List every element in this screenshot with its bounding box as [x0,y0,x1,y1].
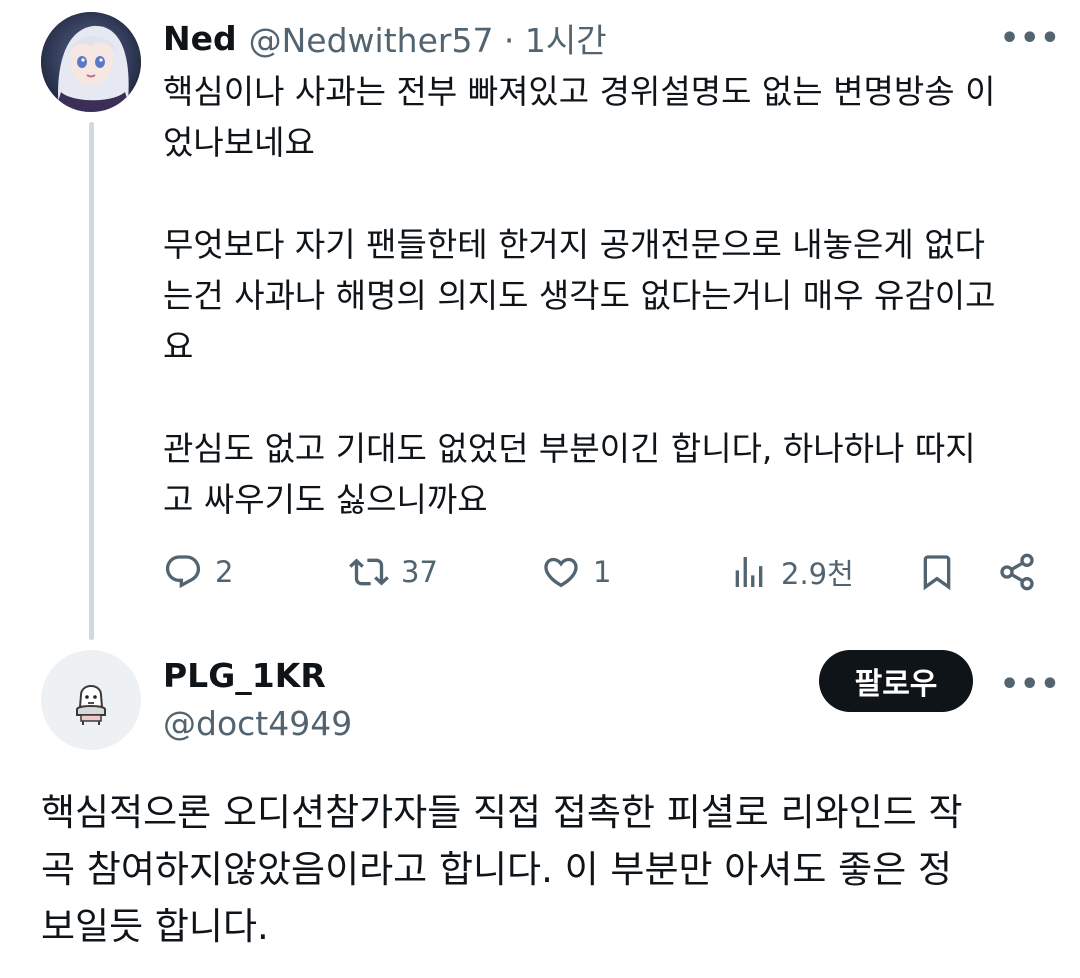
tweet-header: Ned @Nedwither57 · 1시간 [163,14,607,62]
tweet-paragraph: 관심도 없고 기대도 없었던 부분이긴 합니다, 하나하나 따지 고 싸우기도 … [163,429,976,519]
like-button[interactable]: 1 [541,548,611,596]
share-button[interactable] [997,548,1037,596]
author-handle-and-time[interactable]: @Nedwither57 · 1시간 [249,14,607,62]
share-icon [1000,553,1034,591]
avatar[interactable] [41,12,141,112]
author-handle[interactable]: @doct4949 [163,702,352,746]
heart-icon [544,557,578,588]
author-name[interactable]: Ned [163,19,237,58]
reply-button[interactable]: 2 [163,548,233,596]
repost-count: 37 [401,555,438,589]
tweet-paragraph: 핵심이나 사과는 전부 빠져있고 경위설명도 없는 변명방송 이 었나보네요 [163,72,996,162]
views-button[interactable]: 2.9천 [729,548,854,596]
follow-button[interactable]: 팔로우 [819,650,973,712]
tweet-paragraph: 무엇보다 자기 팬들한테 한거지 공개전문으로 내놓은게 없다 는건 사과나 해… [163,225,996,366]
repost-icon [349,558,389,586]
more-horizontal-icon[interactable]: ••• [1000,24,1061,54]
more-horizontal-icon[interactable]: ••• [1000,670,1061,700]
bookmark-icon [923,555,951,591]
reply-count: 2 [215,555,234,589]
avatar[interactable] [41,650,141,750]
repost-button[interactable]: 37 [349,548,438,596]
tweet-text: 핵심이나 사과는 전부 빠져있고 경위설명도 없는 변명방송 이 었나보네요 무… [163,66,1043,525]
tweet-actions: 2 37 1 2.9천 [163,548,1043,596]
reply-tweet[interactable]: Ned @Nedwither57 · 1시간 ••• 핵심이나 사과는 전부 빠… [0,0,1080,640]
views-count: 2.9천 [781,557,854,591]
tweet-text: 핵심적으론 오디션참가자들 직접 접촉한 피셜로 리와인드 작 곡 참여하지않았… [41,791,963,948]
main-tweet[interactable]: PLG_1KR @doct4949 팔로우 ••• 핵심적으론 오디션참가자들 … [0,640,1080,978]
reply-icon [165,555,201,589]
bookmark-button[interactable] [917,548,957,596]
author-name[interactable]: PLG_1KR [163,654,326,698]
views-icon [735,557,763,587]
like-count: 1 [593,555,612,589]
